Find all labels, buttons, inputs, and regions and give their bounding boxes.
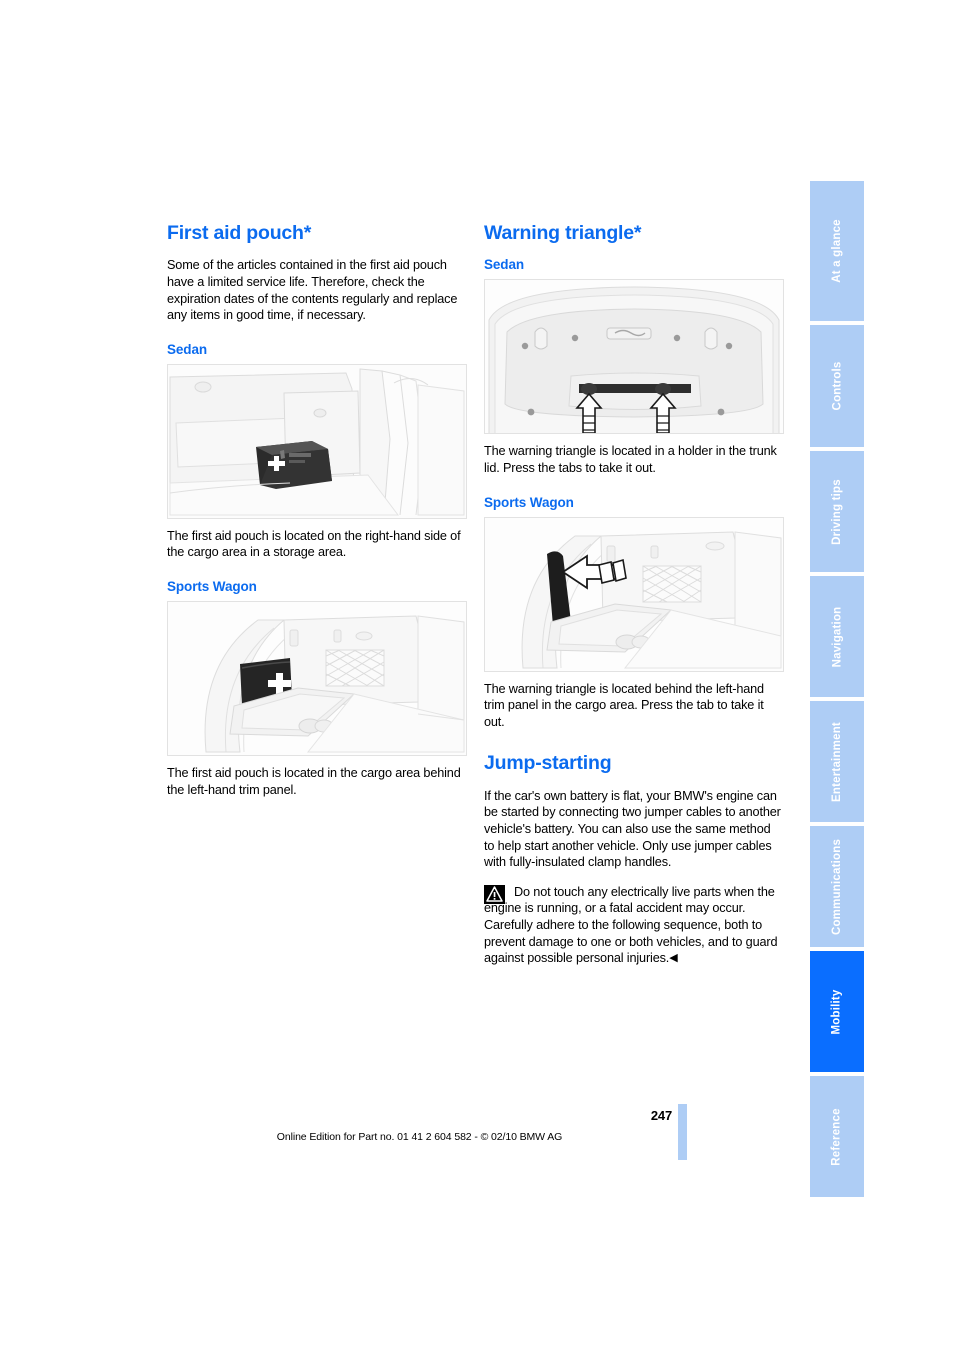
figure-sedan-first-aid-pouch: WEB-1 SADAN 2140: [167, 363, 467, 519]
page-title-jump-starting: Jump-starting: [484, 752, 612, 775]
figure-sports-wagon-first-aid-pouch: WEB-1 TOURING 2141: [167, 600, 467, 756]
subheading-sports-wagon-warning-triangle: Sports Wagon: [484, 494, 574, 510]
tab-communications[interactable]: Communications: [810, 826, 864, 947]
warning-end-marker: ◀: [669, 952, 678, 965]
tab-label: Driving tips: [831, 478, 843, 545]
warning-triangle-icon: [484, 884, 505, 904]
warning-notice-text: Do not touch any electrically live parts…: [484, 884, 778, 966]
sports-wagon-trim-panel-illustration: [485, 517, 783, 671]
sedan-first-aid-illustration: [168, 364, 466, 518]
first-aid-intro-text: Some of the articles contained in the fi…: [167, 258, 458, 323]
right-column: Warning triangle* Sedan The warning tria…: [484, 222, 784, 967]
tab-at-a-glance[interactable]: At a glance: [810, 181, 864, 321]
tab-entertainment[interactable]: Entertainment: [810, 701, 864, 822]
tab-controls[interactable]: Controls: [810, 325, 864, 447]
subheading-sedan-first-aid: Sedan: [167, 341, 208, 357]
figure-sedan-warning-triangle: WEB-1 SEDAN 2142: [484, 279, 784, 435]
tab-navigation[interactable]: Navigation: [810, 576, 864, 697]
tab-label: At a glance: [831, 219, 843, 283]
warning-notice: Do not touch any electrically live parts…: [484, 884, 784, 967]
subheading-sports-wagon-first-aid: Sports Wagon: [167, 578, 257, 594]
sports-wagon-first-aid-illustration: [168, 601, 466, 755]
caption-sedan-first-aid: The first aid pouch is located on the ri…: [167, 528, 461, 560]
sedan-trunk-lid-illustration: [485, 280, 783, 434]
chapter-tab-rail: At a glance Controls Driving tips Naviga…: [810, 181, 864, 1201]
tab-label: Navigation: [831, 606, 844, 667]
page-title-warning-triangle: Warning triangle*: [484, 222, 642, 244]
tab-label: Reference: [831, 1107, 844, 1166]
manual-page: First aid pouch* Some of the articles co…: [0, 0, 954, 1350]
first-aid-pouch-object: [256, 440, 332, 489]
tab-driving-tips[interactable]: Driving tips: [810, 451, 864, 572]
tab-label: Controls: [831, 361, 843, 411]
figure-sports-wagon-warning-triangle: WEB-1 TOURING 2143: [484, 516, 784, 672]
footer-accent-bar: [678, 1104, 687, 1160]
left-column: First aid pouch* Some of the articles co…: [167, 222, 467, 798]
footer-note: Online Edition for Part no. 01 41 2 604 …: [276, 1131, 563, 1143]
page-title-first-aid-pouch: First aid pouch*: [167, 222, 312, 244]
tab-mobility[interactable]: Mobility: [810, 951, 864, 1072]
jump-starting-intro-text: If the car's own battery is flat, your B…: [484, 788, 781, 870]
tab-reference[interactable]: Reference: [810, 1076, 864, 1197]
caption-sports-wagon-first-aid: The first aid pouch is located in the ca…: [167, 765, 461, 797]
caption-sports-wagon-warning-triangle: The warning triangle is located behind t…: [484, 681, 764, 729]
tab-label: Communications: [831, 838, 843, 935]
tab-label: Entertainment: [831, 721, 844, 802]
page-number: 247: [650, 1108, 672, 1123]
tab-label: Mobility: [830, 988, 843, 1035]
caption-sedan-warning-triangle: The warning triangle is located in a hol…: [484, 444, 777, 476]
subheading-sedan-warning-triangle: Sedan: [484, 257, 525, 273]
